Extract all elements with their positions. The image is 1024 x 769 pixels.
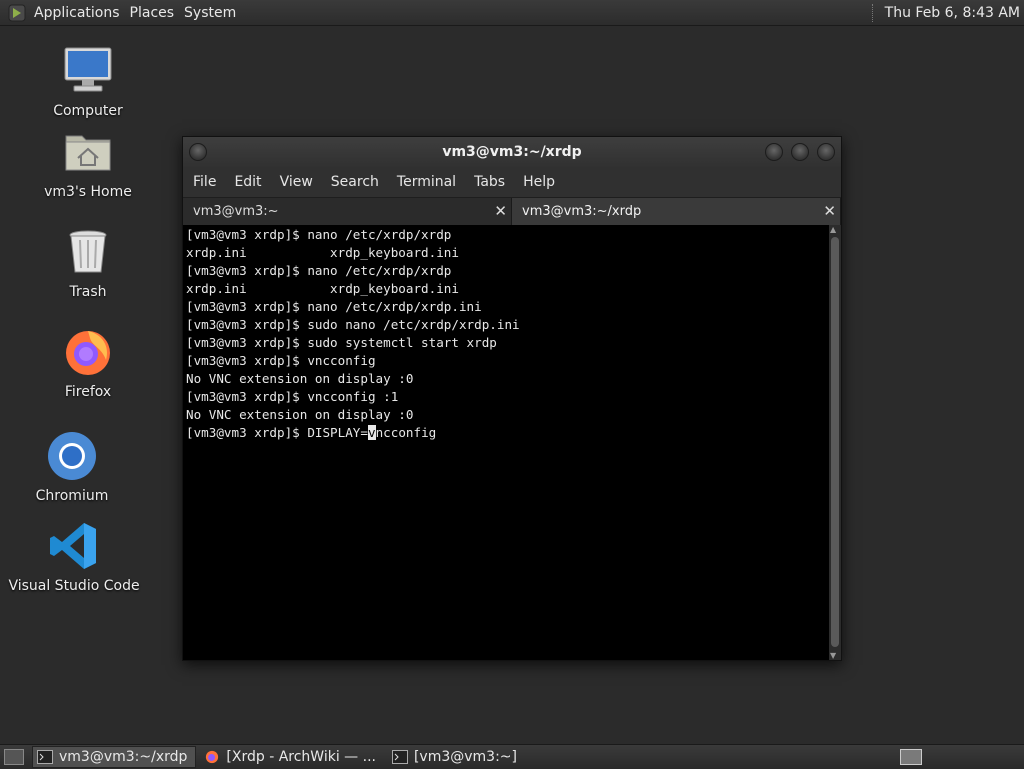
terminal-window: vm3@vm3:~/xrdp File Edit View Search Ter… <box>182 136 842 661</box>
window-menu-button[interactable] <box>189 143 207 161</box>
scroll-up-icon[interactable]: ▲ <box>830 225 836 234</box>
applications-logo-icon[interactable] <box>8 4 26 22</box>
menu-search[interactable]: Search <box>322 174 388 190</box>
desktop-icon-vscode[interactable]: Visual Studio Code <box>8 520 140 594</box>
desktop-icon-label: Firefox <box>64 384 112 400</box>
desktop-icon-firefox[interactable]: Firefox <box>28 326 148 400</box>
task-label: [vm3@vm3:~] <box>413 749 517 765</box>
terminal-line: No VNC extension on display :0 <box>186 407 414 422</box>
desktop-icon-label: Visual Studio Code <box>8 578 140 594</box>
desktop-icon-label: Trash <box>69 284 107 300</box>
workspace-switcher[interactable] <box>900 749 922 765</box>
desktop-icon-label: Chromium <box>35 488 109 504</box>
applications-menu[interactable]: Applications <box>32 5 128 21</box>
desktop-icon-label: vm3's Home <box>44 184 132 200</box>
terminal-icon <box>391 750 408 764</box>
tab-close-icon[interactable]: ✕ <box>494 202 507 220</box>
bottom-panel: vm3@vm3:~/xrdp [Xrdp - ArchWiki — ... [v… <box>0 744 1024 769</box>
task-terminal-home[interactable]: [vm3@vm3:~] <box>388 747 525 767</box>
top-panel: Applications Places System Thu Feb 6, 8:… <box>0 0 1024 26</box>
terminal-line: [vm3@vm3 xrdp]$ vncconfig :1 <box>186 389 399 404</box>
menu-view[interactable]: View <box>271 174 322 190</box>
vscode-icon <box>50 523 96 569</box>
show-desktop-icon[interactable] <box>4 749 24 765</box>
menu-tabs[interactable]: Tabs <box>465 174 514 190</box>
tab-label: vm3@vm3:~ <box>193 204 279 219</box>
task-label: [Xrdp - ArchWiki — ... <box>226 749 376 765</box>
scroll-down-icon[interactable]: ▼ <box>830 651 836 660</box>
task-terminal-xrdp[interactable]: vm3@vm3:~/xrdp <box>32 746 197 768</box>
terminal-line: xrdp.ini xrdp_keyboard.ini <box>186 245 459 260</box>
window-titlebar[interactable]: vm3@vm3:~/xrdp <box>183 137 841 167</box>
firefox-icon <box>66 331 110 375</box>
tab-close-icon[interactable]: ✕ <box>823 202 836 220</box>
desktop-icon-chromium[interactable]: Chromium <box>12 430 132 504</box>
minimize-button[interactable] <box>765 143 783 161</box>
terminal-text: [vm3@vm3 xrdp]$ nano /etc/xrdp/xrdp xrdp… <box>186 226 520 442</box>
terminal-menubar: File Edit View Search Terminal Tabs Help <box>183 167 841 197</box>
places-menu[interactable]: Places <box>128 5 183 21</box>
terminal-tabbar: vm3@vm3:~ ✕ vm3@vm3:~/xrdp ✕ <box>183 197 841 225</box>
system-menu[interactable]: System <box>182 5 244 21</box>
current-prompt: [vm3@vm3 xrdp]$ DISPLAY= <box>186 425 368 440</box>
terminal-output[interactable]: [vm3@vm3 xrdp]$ nano /etc/xrdp/xrdp xrdp… <box>183 225 841 660</box>
clock[interactable]: Thu Feb 6, 8:43 AM <box>885 5 1020 21</box>
tab-xrdp[interactable]: vm3@vm3:~/xrdp ✕ <box>512 198 841 225</box>
terminal-line: [vm3@vm3 xrdp]$ sudo nano /etc/xrdp/xrdp… <box>186 317 520 332</box>
desktop-icon-label: Computer <box>53 103 123 119</box>
menu-edit[interactable]: Edit <box>225 174 270 190</box>
maximize-button[interactable] <box>791 143 809 161</box>
after-cursor-text: ncconfig <box>375 425 437 440</box>
text-cursor: v <box>367 425 376 440</box>
terminal-line: xrdp.ini xrdp_keyboard.ini <box>186 281 459 296</box>
menu-help[interactable]: Help <box>514 174 564 190</box>
home-folder-icon <box>65 135 111 171</box>
task-firefox[interactable]: [Xrdp - ArchWiki — ... <box>200 747 384 767</box>
terminal-line: No VNC extension on display :0 <box>186 371 414 386</box>
desktop-icon-computer[interactable]: Computer <box>28 45 148 119</box>
menu-terminal[interactable]: Terminal <box>388 174 465 190</box>
chromium-icon <box>48 432 96 480</box>
tab-home[interactable]: vm3@vm3:~ ✕ <box>183 198 512 225</box>
tab-label: vm3@vm3:~/xrdp <box>522 204 642 219</box>
trash-icon <box>69 230 107 273</box>
desktop-icon-home[interactable]: vm3's Home <box>28 126 148 200</box>
menu-file[interactable]: File <box>183 174 225 190</box>
terminal-line: [vm3@vm3 xrdp]$ vncconfig <box>186 353 376 368</box>
terminal-line: [vm3@vm3 xrdp]$ sudo systemctl start xrd… <box>186 335 497 350</box>
terminal-scrollbar[interactable]: ▲ ▼ <box>829 225 841 660</box>
firefox-icon <box>206 750 219 764</box>
terminal-icon <box>37 750 53 764</box>
window-title: vm3@vm3:~/xrdp <box>442 144 582 160</box>
scrollbar-thumb[interactable] <box>831 237 839 647</box>
terminal-line: [vm3@vm3 xrdp]$ nano /etc/xrdp/xrdp <box>186 263 452 278</box>
computer-icon <box>64 47 112 92</box>
desktop-icon-trash[interactable]: Trash <box>28 226 148 300</box>
panel-separator <box>871 3 875 22</box>
terminal-line: [vm3@vm3 xrdp]$ nano /etc/xrdp/xrdp <box>186 227 452 242</box>
close-button[interactable] <box>817 143 835 161</box>
terminal-line: [vm3@vm3 xrdp]$ nano /etc/xrdp/xrdp.ini <box>186 299 482 314</box>
task-label: vm3@vm3:~/xrdp <box>59 749 188 765</box>
